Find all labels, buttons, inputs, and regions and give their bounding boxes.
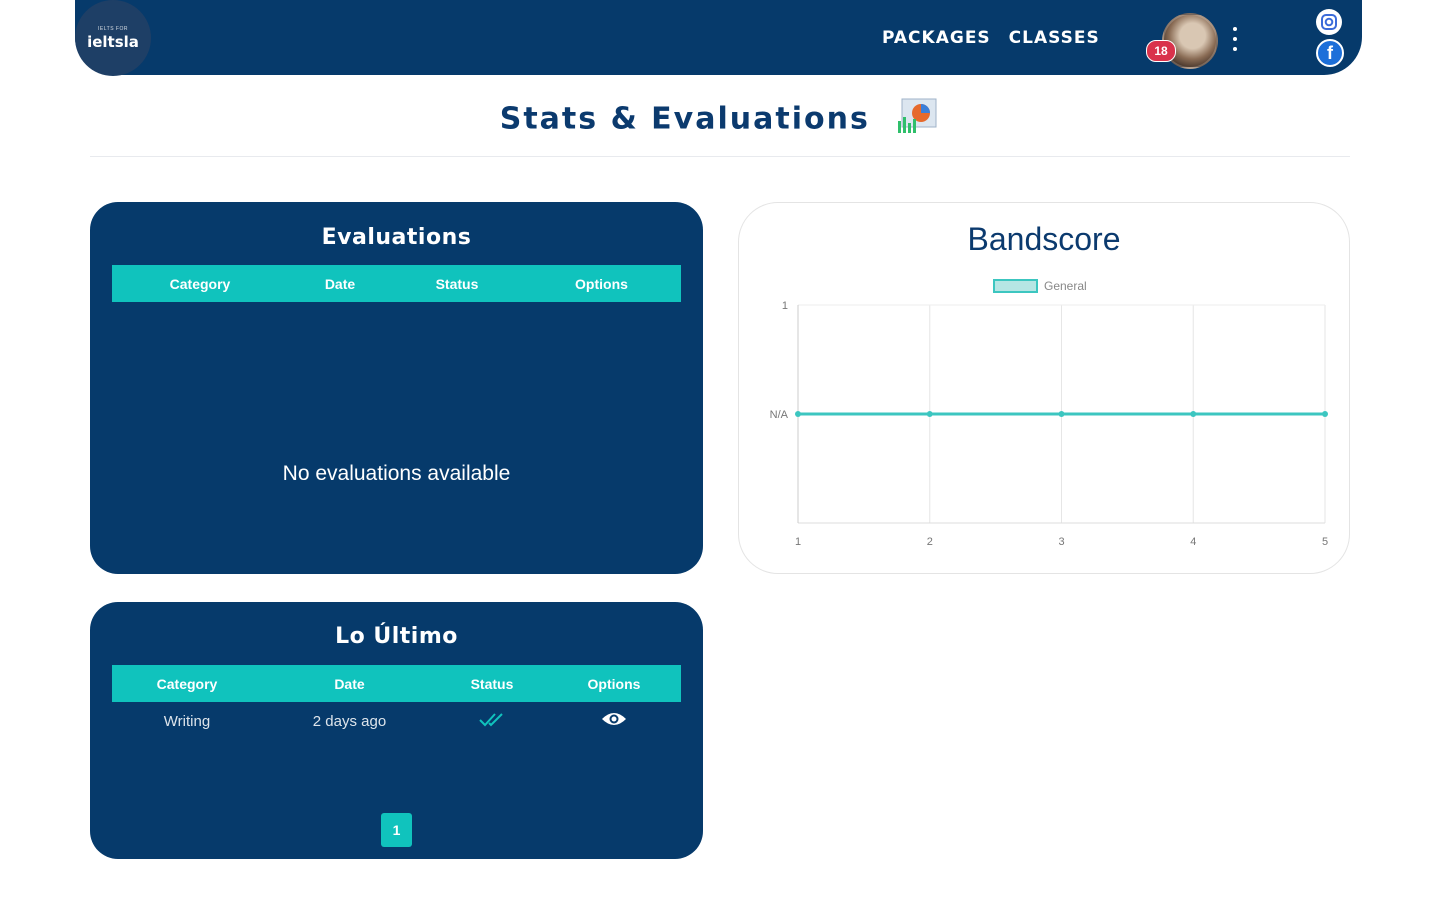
logo-wordmark: ieltsla xyxy=(87,32,139,51)
col-status[interactable]: Status xyxy=(392,276,522,292)
nav-classes-link[interactable]: Classes xyxy=(1009,28,1100,48)
col-options[interactable]: Options xyxy=(522,276,681,292)
page-title-row: Stats & Evaluations xyxy=(0,97,1440,143)
col-category[interactable]: Category xyxy=(112,276,288,292)
col-date[interactable]: Date xyxy=(288,276,392,292)
data-point xyxy=(1190,411,1197,417)
data-point xyxy=(1058,411,1065,417)
data-point xyxy=(1322,411,1328,417)
facebook-icon[interactable]: f xyxy=(1316,39,1344,67)
y-tick-label: N/A xyxy=(770,409,789,421)
x-tick-label: 4 xyxy=(1190,536,1196,548)
logo-tagline: IELTS FOR xyxy=(98,25,128,32)
top-navbar: IELTS FOR ieltsla Packages Classes 18 f xyxy=(75,0,1362,76)
col-category[interactable]: Category xyxy=(112,676,262,692)
col-status[interactable]: Status xyxy=(437,676,547,692)
latest-table-header: Category Date Status Options xyxy=(112,665,681,702)
row-date: 2 days ago xyxy=(312,712,387,730)
x-tick-label: 2 xyxy=(927,536,933,548)
double-check-icon xyxy=(437,711,547,731)
evaluations-card: Evaluations Category Date Status Options… xyxy=(90,202,703,574)
latest-title: Lo Último xyxy=(335,624,458,649)
evaluations-title: Evaluations xyxy=(321,225,472,250)
page-title: Stats & Evaluations xyxy=(499,101,870,137)
empty-state-message: No evaluations available xyxy=(282,462,511,485)
eye-icon[interactable] xyxy=(547,710,681,732)
col-options[interactable]: Options xyxy=(547,676,681,692)
nav-packages-link[interactable]: Packages xyxy=(882,28,991,48)
evaluations-table-header: Category Date Status Options xyxy=(112,265,681,302)
instagram-icon[interactable] xyxy=(1316,9,1342,35)
x-tick-label: 3 xyxy=(1058,536,1064,548)
data-point xyxy=(795,411,801,417)
bandscore-card: Bandscore General 1 N/A 1 2 3 4 5 xyxy=(738,202,1350,574)
pagination-page-button[interactable]: 1 xyxy=(381,813,412,847)
col-date[interactable]: Date xyxy=(262,676,437,692)
brand-logo[interactable]: IELTS FOR ieltsla xyxy=(75,0,151,76)
title-divider xyxy=(90,156,1350,157)
chart-emoji-icon xyxy=(896,97,940,143)
notification-badge[interactable]: 18 xyxy=(1146,40,1176,62)
table-row[interactable]: Writing 2 days ago xyxy=(112,706,681,736)
row-category: Writing xyxy=(163,712,211,730)
nav-links: Packages Classes xyxy=(882,28,1100,48)
x-tick-label: 5 xyxy=(1322,536,1328,548)
data-point xyxy=(926,411,933,417)
more-menu-icon[interactable] xyxy=(1230,27,1240,51)
latest-card: Lo Último Category Date Status Options W… xyxy=(90,602,703,859)
x-tick-label: 1 xyxy=(795,536,801,548)
y-tick-label: 1 xyxy=(782,300,788,312)
bandscore-chart: 1 N/A 1 2 3 4 5 xyxy=(770,300,1328,548)
